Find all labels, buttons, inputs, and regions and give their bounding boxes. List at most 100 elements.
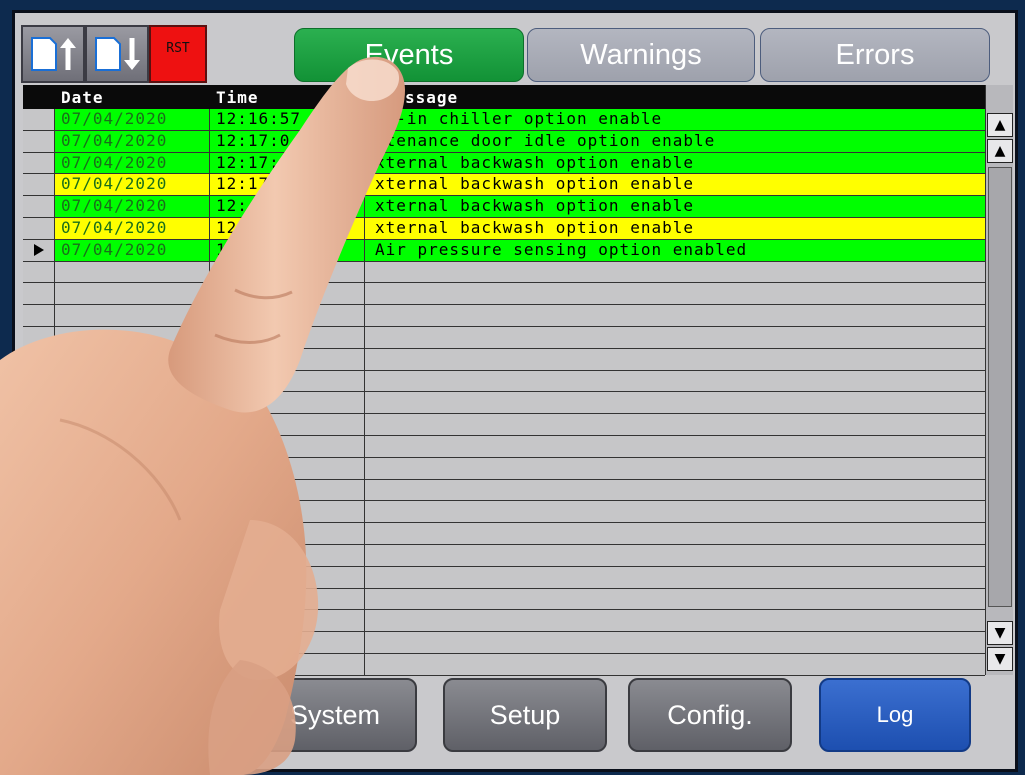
table-row[interactable]: 07/04/2020 1 Air pressure sensing option e… xyxy=(23,239,985,262)
empty-cell xyxy=(210,283,365,305)
hmi-screen: RST Events Warnings Errors Date Time ssa… xyxy=(12,10,1018,772)
row-indicator xyxy=(23,174,55,196)
empty-cell xyxy=(55,414,210,435)
nav-system-button[interactable]: System xyxy=(253,678,417,752)
document-download-icon xyxy=(95,37,140,71)
document-upload-icon xyxy=(31,37,76,71)
table-row-empty xyxy=(23,632,985,654)
cell-message: ntenance door idle option enable xyxy=(365,130,985,152)
table-row-empty xyxy=(23,435,985,458)
table-row-empty xyxy=(23,457,985,480)
empty-cell xyxy=(365,653,985,675)
scroll-track[interactable] xyxy=(988,167,1012,607)
table-row[interactable]: 07/04/2020 12:17 xternal backwash option e… xyxy=(23,174,985,197)
empty-cell xyxy=(365,479,985,501)
table-row-empty xyxy=(23,501,985,524)
cell-message: Air pressure sensing option enabled xyxy=(365,239,985,261)
empty-cell xyxy=(55,283,210,305)
table-row-empty xyxy=(23,523,985,545)
scroll-bottom-button[interactable]: ▼︎ xyxy=(987,647,1013,671)
table-row-empty xyxy=(23,326,985,349)
table-row[interactable]: 07/04/2020 12 xternal backwash option enab… xyxy=(23,217,985,240)
empty-cell xyxy=(210,544,365,566)
cell-message: xternal backwash option enable xyxy=(365,152,985,174)
empty-cell xyxy=(210,392,365,414)
cell-date: 07/04/2020 xyxy=(55,130,210,152)
empty-cell xyxy=(365,501,985,523)
row-indicator xyxy=(23,130,55,152)
row-indicator xyxy=(23,196,55,217)
nav-config-button[interactable]: Config. xyxy=(628,678,792,752)
empty-cell xyxy=(23,479,55,501)
reset-button[interactable]: RST xyxy=(149,25,207,83)
empty-cell xyxy=(210,588,365,610)
table-row[interactable]: 07/04/2020 12: xternal backwash option ena… xyxy=(23,196,985,218)
row-indicator xyxy=(23,109,55,130)
empty-cell xyxy=(210,501,365,523)
cell-date: 07/04/2020 xyxy=(55,152,210,174)
empty-cell xyxy=(210,653,365,675)
scroll-up-button[interactable]: ▲ xyxy=(987,139,1013,163)
empty-cell xyxy=(365,414,985,435)
empty-cell xyxy=(23,435,55,457)
table-scrollbar[interactable]: ▲︎ ▲ ▼ ▼︎ xyxy=(985,85,1013,675)
table-row-empty xyxy=(23,283,985,306)
empty-cell xyxy=(23,370,55,392)
cell-time: 12: xyxy=(210,196,365,217)
cell-message: xternal backwash option enable xyxy=(365,196,985,217)
empty-cell xyxy=(23,457,55,479)
table-row-empty xyxy=(23,479,985,502)
cell-date: 07/04/2020 xyxy=(55,174,210,196)
empty-cell xyxy=(365,326,985,348)
empty-cell xyxy=(210,566,365,588)
download-log-button[interactable] xyxy=(85,25,149,83)
header-message: ssage xyxy=(405,87,459,107)
empty-cell xyxy=(55,457,210,479)
empty-cell xyxy=(210,261,365,283)
empty-cell xyxy=(55,632,210,653)
tab-events[interactable]: Events xyxy=(294,28,524,82)
empty-cell xyxy=(55,653,210,675)
table-row[interactable]: 07/04/2020 12:17:0 ntenance door idle opti… xyxy=(23,130,985,153)
empty-cell xyxy=(55,501,210,523)
empty-cell xyxy=(23,414,55,435)
nav-setup-button[interactable]: Setup xyxy=(443,678,607,752)
nav-log-button[interactable]: Log xyxy=(819,678,971,752)
empty-cell xyxy=(23,632,55,653)
empty-cell xyxy=(55,479,210,501)
empty-cell xyxy=(55,544,210,566)
scroll-top-button[interactable]: ▲︎ xyxy=(987,113,1013,137)
table-row-empty xyxy=(23,544,985,567)
empty-cell xyxy=(55,610,210,632)
empty-cell xyxy=(55,566,210,588)
upload-log-button[interactable] xyxy=(21,25,85,83)
empty-cell xyxy=(23,348,55,370)
table-row[interactable]: 07/04/2020 12:16:57 lt-in chiller option e… xyxy=(23,109,985,131)
empty-cell xyxy=(210,414,365,435)
empty-cell xyxy=(23,261,55,283)
empty-cell xyxy=(210,348,365,370)
empty-cell xyxy=(365,523,985,544)
empty-cell xyxy=(23,610,55,632)
table-row-empty xyxy=(23,653,985,676)
table-header: Date Time ssage xyxy=(23,85,985,109)
empty-cell xyxy=(23,566,55,588)
tab-warnings[interactable]: Warnings xyxy=(527,28,755,82)
empty-cell xyxy=(55,261,210,283)
tab-errors[interactable]: Errors xyxy=(760,28,990,82)
empty-cell xyxy=(55,435,210,457)
scroll-up-icon: ▲ xyxy=(994,143,1006,159)
scroll-down-button[interactable]: ▼ xyxy=(987,621,1013,645)
selected-row-arrow-icon xyxy=(33,244,44,257)
empty-cell xyxy=(210,370,365,392)
cell-date: 07/04/2020 xyxy=(55,239,210,261)
empty-cell xyxy=(365,261,985,283)
empty-cell xyxy=(23,392,55,414)
table-row[interactable]: 07/04/2020 12:17: xternal backwash option … xyxy=(23,152,985,175)
empty-cell xyxy=(365,392,985,414)
cell-message: xternal backwash option enable xyxy=(365,174,985,196)
cell-time: 12:17: xyxy=(210,152,365,174)
empty-cell xyxy=(23,326,55,348)
empty-cell xyxy=(365,283,985,305)
empty-cell xyxy=(365,435,985,457)
